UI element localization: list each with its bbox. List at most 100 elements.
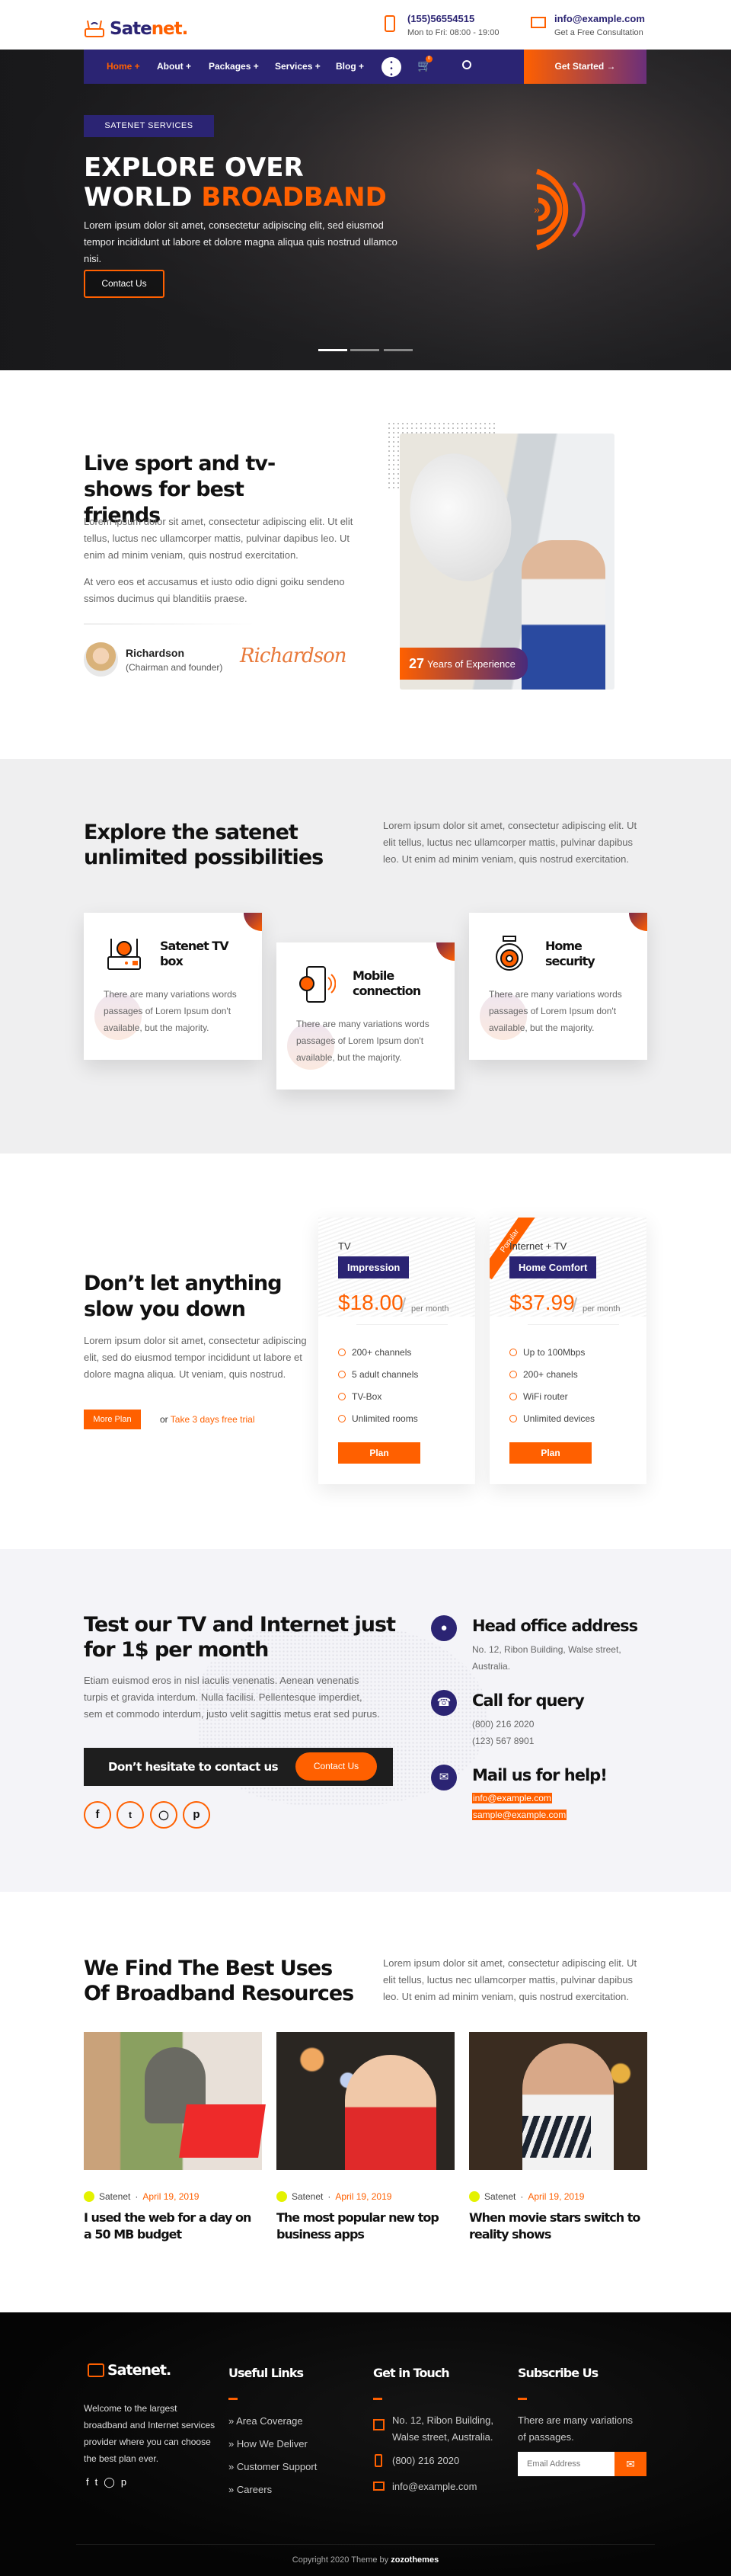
post-date: April 19, 2019 xyxy=(528,2191,585,2202)
more-plan-button[interactable]: More Plan xyxy=(84,1410,141,1429)
phone-icon xyxy=(375,2454,382,2467)
nav-blog[interactable]: Blog + xyxy=(336,50,364,84)
check-icon xyxy=(509,1370,517,1378)
plan-period: per month xyxy=(583,1304,621,1314)
twitter-icon[interactable]: t xyxy=(117,1801,144,1829)
heading-underline xyxy=(518,2398,527,2400)
post-meta: Satenet · April 19, 2019 xyxy=(469,2191,584,2202)
phone-call-icon: ☎ xyxy=(431,1690,457,1716)
feature-item: Unlimited rooms xyxy=(338,1407,418,1429)
signature: Richardson xyxy=(240,645,347,667)
phone-icon xyxy=(385,15,395,32)
logo[interactable]: Satenet. xyxy=(84,17,188,41)
post-title[interactable]: When movie stars switch to reality shows xyxy=(469,2210,644,2243)
email-link-1[interactable]: info@example.com xyxy=(472,1793,552,1803)
instagram-icon[interactable]: ◯ xyxy=(150,1801,177,1829)
map-icon xyxy=(373,2419,385,2430)
double-chevron-icon: » xyxy=(228,2461,237,2472)
post-image[interactable] xyxy=(276,2032,455,2170)
instagram-icon[interactable]: ◯ xyxy=(104,2476,115,2488)
footer-link[interactable]: » Customer Support xyxy=(228,2461,317,2472)
header-email[interactable]: info@example.com Get a Free Consultation xyxy=(554,13,645,37)
card-title: Home security xyxy=(545,939,595,968)
subscribe-button[interactable]: ✉ xyxy=(614,2452,646,2476)
subscribe-heading: Subscribe Us xyxy=(518,2366,599,2380)
footer-link[interactable]: » How We Deliver xyxy=(228,2438,308,2450)
pinterest-icon[interactable]: p xyxy=(183,1801,210,1829)
footer-logo[interactable]: Satenet. xyxy=(88,2362,171,2379)
svg-text:»: » xyxy=(534,203,540,216)
plan-price: $37.99 xyxy=(509,1291,575,1314)
footer-divider xyxy=(76,2544,655,2545)
slider-dot-1[interactable] xyxy=(318,349,347,351)
plan-price: $18.00 xyxy=(338,1291,404,1314)
security-camera-icon xyxy=(496,936,523,971)
main-nav: Home + About + Packages + Services + Blo… xyxy=(84,50,524,84)
nav-about[interactable]: About + xyxy=(157,50,191,84)
nav-services[interactable]: Services + xyxy=(275,50,321,84)
free-trial-link[interactable]: Take 3 days free trial xyxy=(171,1414,255,1425)
phone-number: (155)56554515 xyxy=(407,13,475,24)
feature-list: Up to 100Mbps 200+ chanels WiFi router U… xyxy=(509,1341,595,1429)
card-title: Mobile connection xyxy=(353,968,421,998)
footer-email: info@example.com xyxy=(392,2481,477,2492)
author-avatar xyxy=(276,2191,287,2202)
nav-packages[interactable]: Packages + xyxy=(209,50,259,84)
service-card[interactable]: Mobile connection There are many variatio… xyxy=(276,942,455,1090)
blog-title: We Find The Best Uses Of Broadband Resou… xyxy=(84,1957,354,2005)
post-title[interactable]: I used the web for a day on a 50 MB budg… xyxy=(84,2210,259,2243)
blog-text: Lorem ipsum dolor sit amet, consectetur … xyxy=(383,1957,637,2002)
avatar xyxy=(84,642,118,677)
email-subscribe-input[interactable] xyxy=(518,2452,614,2476)
pricing-text: Lorem ipsum dolor sit amet, consectetur … xyxy=(84,1335,307,1380)
footer-link[interactable]: » Careers xyxy=(228,2484,272,2495)
divider xyxy=(356,1324,448,1325)
links-heading: Useful Links xyxy=(228,2366,304,2380)
hero-contact-button[interactable]: Contact Us xyxy=(84,270,164,298)
envelope-icon: ✉ xyxy=(626,2458,635,2470)
arrow-right-icon: → xyxy=(606,61,616,72)
double-chevron-icon: » xyxy=(228,2415,237,2427)
pricing-card: TV Impression $18.00/ per month 200+ cha… xyxy=(318,1218,475,1484)
card-text: There are many variations words passages… xyxy=(296,1019,429,1063)
slider-dot-2[interactable] xyxy=(350,349,379,351)
search-icon[interactable] xyxy=(462,60,471,69)
hero-title-highlight: BROADBAND xyxy=(201,182,387,213)
facebook-icon[interactable]: f xyxy=(86,2476,89,2488)
feature-item: 200+ channels xyxy=(338,1341,418,1363)
hero-title: EXPLORE OVER WORLD BROADBAND xyxy=(84,153,387,213)
service-card[interactable]: Home security There are many variations w… xyxy=(469,913,647,1060)
call-title: Call for query xyxy=(472,1691,585,1710)
pinterest-icon[interactable]: p xyxy=(121,2476,126,2488)
footer-link[interactable]: » Area Coverage xyxy=(228,2415,303,2427)
theme-author-link[interactable]: zozothemes xyxy=(391,2555,439,2565)
post-author: Satenet xyxy=(484,2191,516,2202)
more-menu-icon[interactable]: • • • xyxy=(381,57,401,79)
email-address: info@example.com xyxy=(554,13,645,24)
author-avatar xyxy=(469,2191,480,2202)
banner-contact-button[interactable]: Contact Us xyxy=(295,1752,377,1781)
mobile-icon xyxy=(299,966,336,1003)
post-image[interactable] xyxy=(84,2032,266,2170)
footer-socials: f t ◯ p xyxy=(86,2476,126,2488)
get-started-button[interactable]: Get Started → xyxy=(524,50,646,84)
facebook-icon[interactable]: f xyxy=(84,1801,111,1829)
post-image[interactable] xyxy=(469,2032,647,2170)
about-text-2: At vero eos et accusamus et iusto odio d… xyxy=(84,576,345,604)
feature-item: 200+ chanels xyxy=(509,1363,595,1385)
cart-count: 0 xyxy=(426,56,433,62)
nav-home[interactable]: Home + xyxy=(107,50,140,84)
slider-dot-3[interactable] xyxy=(384,349,413,351)
contact-title: Test our TV and Internet just for 1$ per… xyxy=(84,1613,396,1662)
footer-phone: (800) 216 2020 xyxy=(392,2455,460,2466)
feature-item: 5 adult channels xyxy=(338,1363,418,1385)
post-title[interactable]: The most popular new top business apps xyxy=(276,2210,452,2243)
service-card[interactable]: Satenet TV box There are many variations … xyxy=(84,913,262,1060)
email-link-2[interactable]: sample@example.com xyxy=(472,1810,567,1820)
years-label: Years of Experience xyxy=(427,658,516,670)
header-phone[interactable]: (155)56554515 Mon to Fri: 08:00 - 19:00 xyxy=(407,13,499,37)
twitter-icon[interactable]: t xyxy=(95,2476,98,2488)
pricing-title: Don’t let anything slow you down xyxy=(84,1272,283,1321)
plan-button[interactable]: Plan xyxy=(509,1442,592,1464)
plan-button[interactable]: Plan xyxy=(338,1442,420,1464)
